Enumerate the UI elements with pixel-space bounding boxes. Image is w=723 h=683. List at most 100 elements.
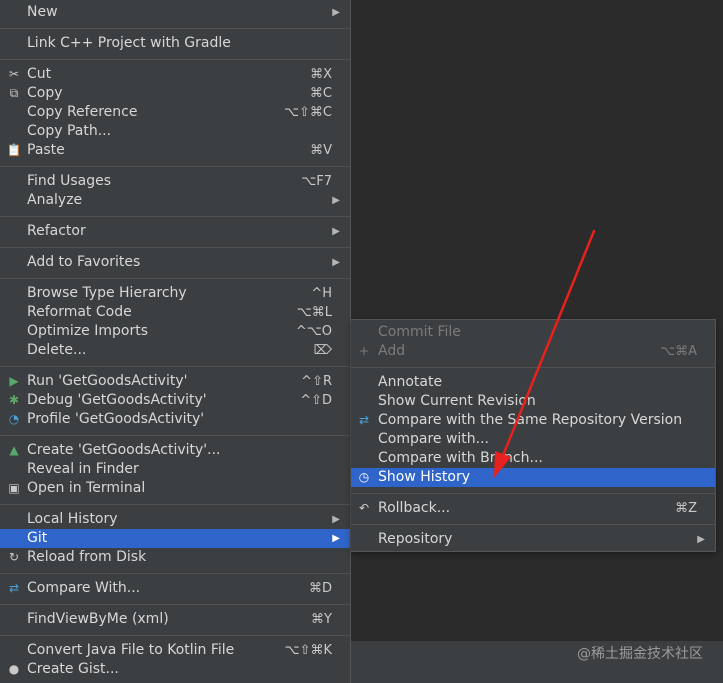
menu-item-browse-type-hierarchy[interactable]: Browse Type Hierarchy ^H bbox=[0, 284, 350, 303]
menu-item-shortcut: ⌘Y bbox=[311, 612, 332, 627]
menu-item-refactor[interactable]: Refactor ▶ bbox=[0, 222, 350, 241]
menu-item-label: Profile 'GetGoodsActivity' bbox=[27, 411, 205, 427]
menu-item-copy-path[interactable]: Copy Path... bbox=[0, 122, 350, 141]
menu-item-create-config[interactable]: ▲ Create 'GetGoodsActivity'... bbox=[0, 441, 350, 460]
menu-item-label: Show Current Revision bbox=[378, 393, 536, 409]
menu-item-analyze[interactable]: Analyze ▶ bbox=[0, 191, 350, 210]
menu-item-label: Delete... bbox=[27, 342, 87, 358]
menu-item-label: Repository bbox=[378, 531, 453, 547]
submenu-item-compare-branch[interactable]: Compare with Branch... bbox=[351, 449, 715, 468]
menu-item-link-cpp[interactable]: Link C++ Project with Gradle bbox=[0, 34, 350, 53]
menu-separator bbox=[0, 59, 350, 60]
menu-item-run[interactable]: ▶ Run 'GetGoodsActivity' ^⇧R bbox=[0, 372, 350, 391]
menu-item-label: Compare with Branch... bbox=[378, 450, 543, 466]
menu-separator bbox=[0, 366, 350, 367]
menu-item-label: Convert Java File to Kotlin File bbox=[27, 642, 235, 658]
menu-item-label: Paste bbox=[27, 142, 65, 158]
menu-separator bbox=[0, 435, 350, 436]
menu-item-delete[interactable]: Delete... ⌦ bbox=[0, 341, 350, 360]
menu-separator bbox=[0, 573, 350, 574]
menu-item-open-in-terminal[interactable]: ▣ Open in Terminal bbox=[0, 479, 350, 498]
menu-item-label: Create Gist... bbox=[27, 661, 119, 677]
submenu-item-commit-file[interactable]: Commit File bbox=[351, 323, 715, 342]
menu-item-local-history[interactable]: Local History ▶ bbox=[0, 510, 350, 529]
ide-screen: @稀土掘金技术社区 New ▶ Link C++ Project with Gr… bbox=[0, 0, 723, 683]
menu-item-copy-reference[interactable]: Copy Reference ⌥⇧⌘C bbox=[0, 103, 350, 122]
scissors-icon: ✂ bbox=[8, 67, 20, 81]
menu-item-debug[interactable]: ✱ Debug 'GetGoodsActivity' ^⇧D bbox=[0, 391, 350, 410]
menu-separator bbox=[351, 367, 715, 368]
menu-item-profile[interactable]: ◔ Profile 'GetGoodsActivity' bbox=[0, 410, 350, 429]
submenu-item-compare-with[interactable]: Compare with... bbox=[351, 430, 715, 449]
menu-item-convert-to-kotlin[interactable]: Convert Java File to Kotlin File ⌥⇧⌘K bbox=[0, 641, 350, 660]
clock-icon: ◷ bbox=[358, 470, 370, 484]
menu-item-shortcut: ^⌥O bbox=[295, 324, 332, 339]
submenu-arrow-icon: ▶ bbox=[332, 226, 340, 237]
menu-item-shortcut: ⌘X bbox=[310, 67, 332, 82]
menu-item-add-to-favorites[interactable]: Add to Favorites ▶ bbox=[0, 253, 350, 272]
menu-separator bbox=[0, 247, 350, 248]
github-icon: ● bbox=[8, 662, 20, 676]
menu-item-optimize-imports[interactable]: Optimize Imports ^⌥O bbox=[0, 322, 350, 341]
menu-item-label: Reformat Code bbox=[27, 304, 132, 320]
menu-item-shortcut: ⌘V bbox=[310, 143, 332, 158]
menu-item-label: Commit File bbox=[378, 324, 461, 340]
menu-item-label: Compare with the Same Repository Version bbox=[378, 412, 683, 428]
submenu-arrow-icon: ▶ bbox=[332, 195, 340, 206]
menu-item-reformat-code[interactable]: Reformat Code ⌥⌘L bbox=[0, 303, 350, 322]
menu-separator bbox=[0, 28, 350, 29]
menu-separator bbox=[0, 604, 350, 605]
menu-item-label: Copy Path... bbox=[27, 123, 112, 139]
menu-item-shortcut: ⌘Z bbox=[675, 501, 697, 516]
menu-item-label: Run 'GetGoodsActivity' bbox=[27, 373, 188, 389]
menu-separator bbox=[0, 635, 350, 636]
menu-item-copy[interactable]: ⧉ Copy ⌘C bbox=[0, 84, 350, 103]
submenu-item-annotate[interactable]: Annotate bbox=[351, 373, 715, 392]
menu-item-reveal-in-finder[interactable]: Reveal in Finder bbox=[0, 460, 350, 479]
compare-icon: ⇄ bbox=[358, 413, 370, 427]
reload-icon: ↻ bbox=[8, 550, 20, 564]
menu-item-cut[interactable]: ✂ Cut ⌘X bbox=[0, 65, 350, 84]
undo-icon: ↶ bbox=[358, 501, 370, 515]
menu-item-compare-with[interactable]: ⇄ Compare With... ⌘D bbox=[0, 579, 350, 598]
submenu-item-show-history[interactable]: ◷ Show History bbox=[351, 468, 715, 487]
menu-separator bbox=[0, 504, 350, 505]
submenu-item-repository[interactable]: Repository ▶ bbox=[351, 530, 715, 549]
context-menu: New ▶ Link C++ Project with Gradle ✂ Cut… bbox=[0, 0, 351, 683]
menu-item-git[interactable]: Git ▶ bbox=[0, 529, 350, 548]
menu-item-shortcut: ⌘C bbox=[309, 86, 332, 101]
submenu-item-add[interactable]: + Add ⌥⌘A bbox=[351, 342, 715, 361]
plus-icon: + bbox=[358, 344, 370, 358]
menu-item-shortcut: ^⇧R bbox=[301, 374, 332, 389]
menu-item-new[interactable]: New ▶ bbox=[0, 3, 350, 22]
menu-item-label: Optimize Imports bbox=[27, 323, 148, 339]
submenu-arrow-icon: ▶ bbox=[332, 514, 340, 525]
menu-item-create-gist[interactable]: ● Create Gist... bbox=[0, 660, 350, 679]
menu-item-label: Show History bbox=[378, 469, 471, 485]
submenu-item-show-current-revision[interactable]: Show Current Revision bbox=[351, 392, 715, 411]
run-icon: ▶ bbox=[9, 374, 19, 388]
menu-item-label: Create 'GetGoodsActivity'... bbox=[27, 442, 221, 458]
menu-item-label: Add to Favorites bbox=[27, 254, 141, 270]
menu-item-label: Local History bbox=[27, 511, 118, 527]
menu-item-label: Analyze bbox=[27, 192, 83, 208]
git-submenu: Commit File + Add ⌥⌘A Annotate Show Curr… bbox=[351, 319, 716, 552]
menu-item-label: FindViewByMe (xml) bbox=[27, 611, 169, 627]
menu-item-label: Find Usages bbox=[27, 173, 112, 189]
menu-item-findviewbyme[interactable]: FindViewByMe (xml) ⌘Y bbox=[0, 610, 350, 629]
menu-item-label: Cut bbox=[27, 66, 52, 82]
menu-item-label: Link C++ Project with Gradle bbox=[27, 35, 231, 51]
menu-item-find-usages[interactable]: Find Usages ⌥F7 bbox=[0, 172, 350, 191]
menu-item-label: Refactor bbox=[27, 223, 86, 239]
submenu-item-rollback[interactable]: ↶ Rollback... ⌘Z bbox=[351, 499, 715, 518]
submenu-arrow-icon: ▶ bbox=[332, 533, 340, 544]
menu-item-paste[interactable]: 📋 Paste ⌘V bbox=[0, 141, 350, 160]
menu-item-shortcut: ⌦ bbox=[313, 343, 332, 358]
menu-separator bbox=[0, 166, 350, 167]
compare-icon: ⇄ bbox=[8, 581, 20, 595]
submenu-item-compare-same-repo[interactable]: ⇄ Compare with the Same Repository Versi… bbox=[351, 411, 715, 430]
menu-item-shortcut: ⌥F7 bbox=[301, 174, 332, 189]
menu-item-shortcut: ⌥⌘L bbox=[296, 305, 332, 320]
menu-item-reload-from-disk[interactable]: ↻ Reload from Disk bbox=[0, 548, 350, 567]
bug-icon: ✱ bbox=[8, 393, 20, 407]
